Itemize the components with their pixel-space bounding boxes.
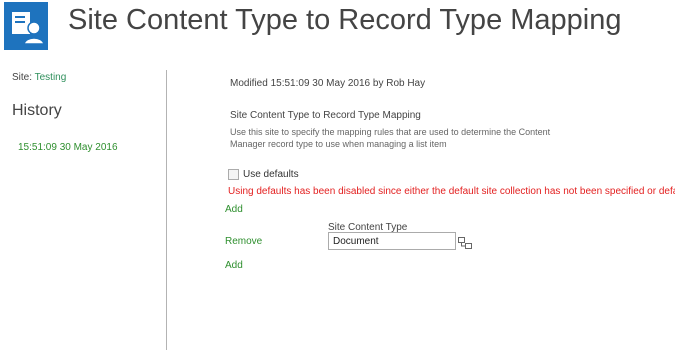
history-item[interactable]: 15:51:09 30 May 2016 bbox=[18, 142, 118, 153]
logo-graphic bbox=[4, 2, 48, 50]
app-window: Site Content Type to Record Type Mapping… bbox=[0, 0, 675, 350]
use-defaults-row[interactable]: Use defaults bbox=[228, 167, 299, 181]
add-mapping-button-bottom[interactable]: Add bbox=[225, 260, 243, 271]
section-description: Use this site to specify the mapping rul… bbox=[230, 127, 551, 149]
page-title: Site Content Type to Record Type Mapping bbox=[68, 4, 622, 36]
remove-mapping-button[interactable]: Remove bbox=[225, 236, 262, 247]
browse-icon[interactable] bbox=[458, 236, 472, 249]
add-mapping-button-top[interactable]: Add bbox=[225, 204, 243, 215]
defaults-error-message: Using defaults has been disabled since e… bbox=[228, 186, 675, 197]
section-title: Site Content Type to Record Type Mapping bbox=[230, 110, 421, 121]
site-prefix: Site: bbox=[12, 72, 33, 83]
site-link[interactable]: Testing bbox=[35, 72, 67, 83]
vertical-divider bbox=[166, 70, 167, 350]
use-defaults-label[interactable]: Use defaults bbox=[243, 169, 299, 180]
records-management-icon bbox=[4, 2, 48, 50]
site-content-type-input[interactable] bbox=[328, 232, 456, 250]
site-indicator: Site: Testing bbox=[12, 72, 66, 83]
modified-info: Modified 15:51:09 30 May 2016 by Rob Hay bbox=[230, 78, 426, 89]
use-defaults-checkbox[interactable] bbox=[228, 168, 239, 180]
history-heading: History bbox=[12, 102, 62, 119]
